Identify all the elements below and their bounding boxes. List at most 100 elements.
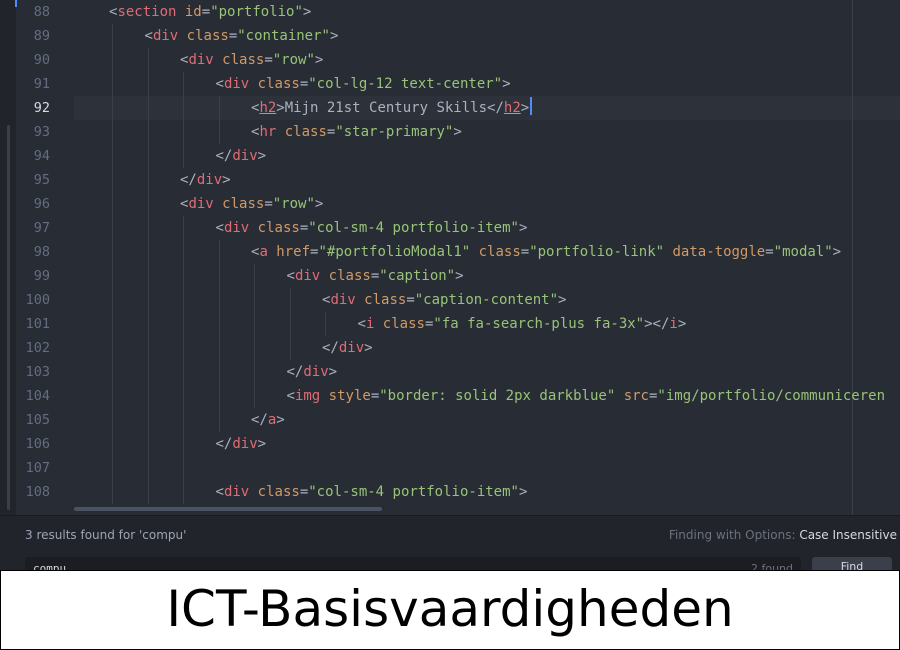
code-line[interactable]: <div class="col-lg-12 text-center"> [216, 72, 511, 96]
line-number: 106 [25, 436, 50, 452]
code-attribute: id [176, 4, 202, 20]
indent-guide [183, 360, 184, 384]
code-line[interactable]: <div class="caption"> [287, 264, 464, 288]
indent-guide [112, 144, 113, 168]
indent-guide [147, 48, 149, 72]
code-punctuation: > [677, 316, 687, 332]
line-number: 102 [25, 340, 50, 356]
find-input[interactable]: compu 2 found [25, 557, 801, 570]
code-punctuation: < [286, 268, 295, 284]
line-number: 104 [25, 388, 50, 404]
code-punctuation: </ [180, 172, 197, 188]
indent-guide [112, 24, 113, 48]
indent-guide [183, 96, 184, 120]
code-string: "#portfolioModal1" [318, 244, 471, 260]
indent-guide [112, 408, 113, 432]
code-tag-name: i [669, 316, 678, 332]
indent-guide [183, 120, 184, 144]
code-line[interactable]: </div> [180, 168, 231, 192]
indent-guide [183, 336, 184, 360]
indent-guide [218, 312, 220, 336]
indent-guide [112, 480, 113, 504]
indent-guide [147, 144, 149, 168]
indent-guide [254, 384, 255, 408]
code-text: Mijn 21st Century Skills [284, 100, 488, 116]
line-number-gutter: 88 89 90 91 92 93 94 95 96 97 98 99 100 101 102 103 104 1… [16, 0, 74, 515]
indent-guide [112, 360, 113, 384]
code-punctuation: < [215, 484, 224, 500]
code-tag-name: div [152, 28, 179, 44]
code-attribute: style [320, 388, 371, 404]
code-tag-name: div [188, 52, 214, 68]
horizontal-scrollbar[interactable] [74, 507, 382, 511]
code-tag-name: a [259, 244, 268, 260]
indent-guide [147, 336, 149, 360]
code-area[interactable]: <section id="portfolio"> <div class="cont… [74, 0, 900, 515]
code-punctuation: < [215, 220, 224, 236]
indent-guide [183, 408, 184, 432]
code-line[interactable]: <hr class="star-primary"> [251, 120, 462, 144]
code-line[interactable]: </div> [287, 360, 338, 384]
code-line[interactable]: <div class="caption-content"> [322, 288, 566, 312]
code-line[interactable]: <div class="container"> [145, 24, 339, 48]
indent-guide [112, 168, 113, 192]
code-string: "img/portfolio/communiceren [657, 388, 885, 404]
code-punctuation: > [518, 484, 528, 500]
code-attribute: class [249, 220, 300, 236]
code-line[interactable]: <section id="portfolio"> [109, 0, 311, 24]
indent-guide [147, 288, 149, 312]
code-line[interactable]: </div> [216, 144, 267, 168]
code-tag-name: div [294, 268, 321, 284]
scrollbar-thumb[interactable] [7, 125, 10, 510]
indent-guide [147, 72, 149, 96]
indent-guide [147, 480, 149, 504]
code-punctuation: > [314, 52, 324, 68]
code-string: "caption-content" [414, 292, 559, 308]
code-line[interactable]: <img style="border: solid 2px darkblue" … [287, 384, 886, 408]
code-tag-name: h2 [259, 100, 277, 116]
indent-guide [147, 408, 149, 432]
indent-guide [112, 288, 113, 312]
code-line[interactable]: <i class="fa fa-search-plus fa-3x"></i> [358, 312, 687, 336]
caption-bar: ICT-Basisvaardigheden [0, 570, 900, 650]
code-line[interactable]: <div class="col-sm-4 portfolio-item"> [216, 480, 528, 504]
code-tag-name: img [294, 388, 321, 404]
code-punctuation: </ [487, 100, 504, 116]
line-number: 88 [33, 4, 50, 20]
code-line[interactable]: </a> [251, 408, 285, 432]
code-line[interactable]: </div> [216, 432, 267, 456]
indent-guide [112, 48, 113, 72]
code-line[interactable]: <a href="#portfolioModal1" class="portfo… [251, 240, 841, 264]
line-number: 93 [33, 124, 50, 140]
find-result-count: 2 found [750, 562, 793, 570]
line-number: 99 [33, 268, 50, 284]
code-string: "col-sm-4 portfolio-item" [308, 220, 519, 236]
indent-guide [147, 168, 149, 192]
code-string: "portfolio" [210, 4, 303, 20]
left-scrollbar[interactable] [0, 0, 17, 515]
indent-guide [147, 456, 149, 480]
code-tag-name: div [223, 76, 250, 92]
code-line[interactable]: <h2>Mijn 21st Century Skills</h2> [251, 96, 533, 120]
code-line[interactable]: </div> [322, 336, 373, 360]
indent-guide [183, 288, 184, 312]
code-line[interactable]: <div class="col-sm-4 portfolio-item"> [216, 216, 528, 240]
indent-guide [183, 72, 184, 96]
code-attribute: class [276, 124, 327, 140]
code-editor[interactable]: 88 89 90 91 92 93 94 95 96 97 98 99 100 101 102 103 104 1… [0, 0, 900, 570]
code-punctuation: > [314, 196, 324, 212]
code-string: "row" [272, 52, 315, 68]
indent-guide [325, 312, 326, 336]
code-punctuation: = [370, 388, 380, 404]
find-button[interactable]: Find [812, 557, 892, 570]
code-line[interactable]: <div class="row"> [180, 48, 323, 72]
indent-guide [147, 96, 149, 120]
code-string: "border: solid 2px darkblue" [379, 388, 616, 404]
code-attribute: src [615, 388, 649, 404]
code-punctuation: = [520, 244, 530, 260]
code-punctuation: = [264, 52, 273, 68]
code-punctuation: < [144, 28, 153, 44]
text-cursor [530, 97, 533, 115]
code-line[interactable]: <div class="row"> [180, 192, 323, 216]
indent-guide [112, 72, 113, 96]
